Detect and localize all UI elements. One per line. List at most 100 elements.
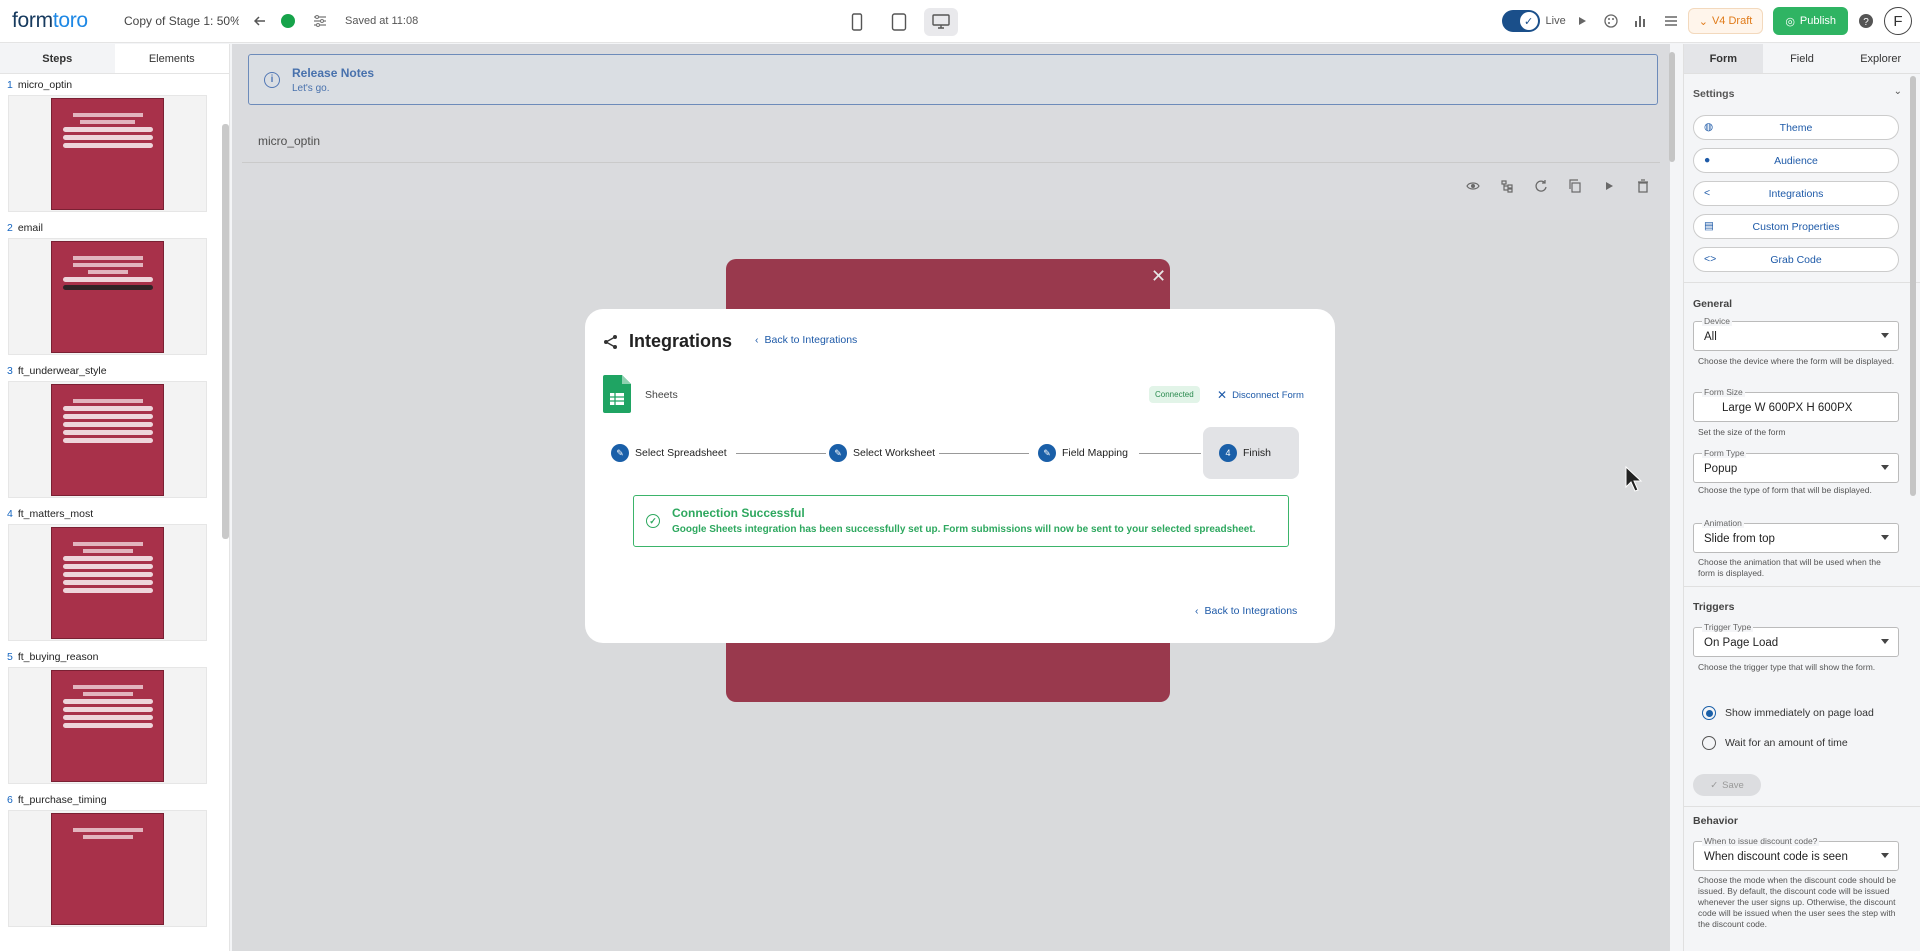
animation-select[interactable]: Animation Slide from top [1693,518,1899,553]
pencil-icon: ✎ [1038,444,1056,462]
monitor-icon [932,14,950,29]
tablet-view-button[interactable] [882,8,916,36]
pencil-icon: ✎ [829,444,847,462]
chevron-left-icon: ‹ [755,334,759,346]
device-help: Choose the device where the form will be… [1698,356,1895,366]
check-icon: ✓ [1710,779,1719,791]
back-arrow-icon[interactable] [253,14,267,28]
share-icon: < [1704,187,1711,199]
sliders-icon[interactable] [313,14,327,28]
play-icon[interactable] [1576,15,1588,27]
status-badge: Connected [1149,386,1200,403]
behavior-heading: Behavior [1693,815,1738,827]
check-icon: ✓ [1519,12,1538,30]
step-select-worksheet[interactable]: ✎ Select Worksheet [829,427,935,479]
step-label[interactable]: 4 ft_matters_most [0,504,220,524]
status-dot [281,14,295,28]
save-button[interactable]: ✓ Save [1693,774,1761,796]
palette-icon: ◍ [1704,121,1714,133]
tab-elements[interactable]: Elements [115,44,230,73]
step-thumbnail[interactable] [8,667,207,784]
step-label[interactable]: 5 ft_buying_reason [0,647,220,667]
svg-text:?: ? [1863,17,1869,28]
form-size-help: Set the size of the form [1698,427,1786,437]
back-to-integrations-link[interactable]: ‹ Back to Integrations [755,334,857,346]
logo[interactable]: formtoro [12,9,112,33]
step-label[interactable]: 1 micro_optin [0,75,220,95]
desktop-view-button[interactable] [924,8,958,36]
person-icon: ● [1704,154,1711,166]
palette-icon[interactable] [1604,14,1618,28]
tab-steps[interactable]: Steps [0,44,115,73]
discount-code-select[interactable]: When to issue discount code? When discoun… [1693,836,1899,871]
live-label: Live [1545,15,1566,27]
integrations-modal: Integrations ‹ Back to Integrations Sheet… [585,309,1335,643]
properties-scrollbar[interactable] [1910,76,1916,496]
table-icon: ▤ [1704,220,1714,232]
back-to-integrations-link[interactable]: ‹ Back to Integrations [1195,605,1297,617]
modal-title: Integrations [629,331,733,351]
settings-heading: Settings [1693,88,1735,100]
form-type-help: Choose the type of form that will be dis… [1698,485,1872,495]
step-thumbnail[interactable] [8,238,207,355]
list-icon[interactable] [1664,14,1678,28]
chevron-left-icon: ‹ [1195,605,1199,617]
share-icon [604,334,617,349]
tab-field[interactable]: Field [1763,44,1842,73]
tab-explorer[interactable]: Explorer [1841,44,1920,73]
check-circle-icon: ✓ [646,514,660,528]
canvas-scrollbar[interactable] [1668,44,1676,951]
animation-help: Choose the animation that will be used w… [1698,557,1881,578]
help-icon[interactable]: ? [1858,13,1874,29]
step-field-mapping[interactable]: ✎ Field Mapping [1038,427,1128,479]
form-size-field[interactable]: Form Size Large W 600PX H 600PX [1693,387,1899,422]
mobile-view-button[interactable] [840,8,874,36]
properties-panel: Form Field Explorer Settings ⌄ ◍ Theme ● A… [1683,44,1920,951]
step-thumbnail[interactable] [8,381,207,498]
tablet-icon [891,13,907,31]
grab-code-button[interactable]: <> Grab Code [1693,247,1899,272]
theme-button[interactable]: ◍ Theme [1693,115,1899,140]
phone-icon [851,13,863,31]
integrations-button[interactable]: < Integrations [1693,181,1899,206]
custom-properties-button[interactable]: ▤ Custom Properties [1693,214,1899,239]
discount-help: Choose the mode when the discount code s… [1698,875,1896,929]
globe-icon: ◎ [1785,15,1795,28]
step-label[interactable]: 2 email [0,218,220,238]
device-select[interactable]: Device All [1693,316,1899,351]
steps-scrollbar[interactable] [222,124,229,539]
success-alert: ✓ Connection Successful Google Sheets in… [633,495,1289,547]
success-message: Google Sheets integration has been succe… [672,524,1256,535]
document-title[interactable]: Copy of Stage 1: 50% ... [124,14,239,28]
chevron-down-icon: ⌄ [1698,15,1708,28]
form-type-select[interactable]: Form Type Popup [1693,448,1899,483]
live-toggle[interactable]: ✓ [1501,10,1540,32]
step-thumbnail[interactable] [8,810,207,927]
step-select-spreadsheet[interactable]: ✎ Select Spreadsheet [611,427,727,479]
radio-show-immediately[interactable]: Show immediately on page load [1702,706,1874,720]
publish-button[interactable]: ◎ Publish [1773,7,1848,35]
step-label[interactable]: 6 ft_purchase_timing [0,790,220,810]
disconnect-form-button[interactable]: ✕ Disconnect Form [1217,388,1304,402]
close-icon: ✕ [1217,388,1228,402]
audience-button[interactable]: ● Audience [1693,148,1899,173]
top-bar: formtoro Copy of Stage 1: 50% ... Saved … [0,0,1920,43]
step-finish[interactable]: 4 Finish [1203,427,1299,479]
step-thumbnail[interactable] [8,524,207,641]
provider-name: Sheets [645,389,678,401]
radio-wait-time[interactable]: Wait for an amount of time [1702,736,1848,750]
saved-status: Saved at 11:08 [345,15,419,27]
step-label[interactable]: 3 ft_underwear_style [0,361,220,381]
chevron-down-icon[interactable]: ⌄ [1894,86,1902,97]
step-thumbnail[interactable] [8,95,207,212]
trigger-type-select[interactable]: Trigger Type On Page Load [1693,622,1899,657]
avatar[interactable]: F [1884,7,1912,35]
bar-chart-icon[interactable] [1634,14,1648,28]
integration-stepper: ✎ Select Spreadsheet ✎ Select Worksheet ✎ F… [611,427,1311,479]
tab-form[interactable]: Form [1684,44,1763,73]
trigger-help: Choose the trigger type that will show t… [1698,662,1876,672]
draft-version-button[interactable]: ⌄ V4 Draft [1687,8,1764,34]
code-icon: <> [1704,253,1717,265]
mouse-cursor-icon [1625,466,1643,492]
general-heading: General [1693,298,1733,310]
